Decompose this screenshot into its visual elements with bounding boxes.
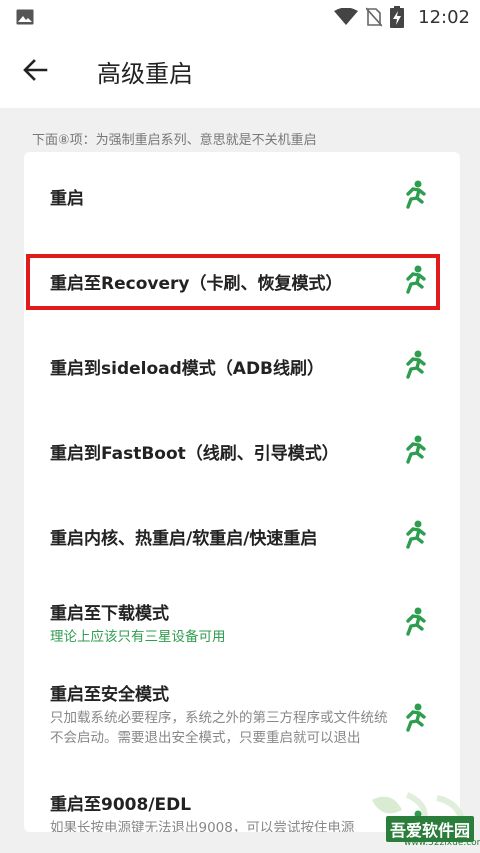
list-item-reboot-safe-mode[interactable]: 重启至安全模式 只加载系统必要程序，系统之外的第三方程序或文件统统不会启动。需要… — [24, 665, 460, 780]
item-title: 重启至下载模式 — [50, 604, 169, 624]
run-icon — [406, 607, 426, 636]
status-time: 12:02 — [418, 6, 470, 28]
arrow-back-icon[interactable] — [22, 58, 48, 82]
run-icon — [406, 180, 426, 209]
image-icon — [16, 9, 34, 25]
item-title: 重启至安全模式 — [50, 685, 169, 705]
wifi-icon — [334, 8, 359, 25]
run-icon — [406, 435, 426, 464]
list-item-reboot[interactable]: 重启 — [24, 152, 460, 237]
list-item-reboot-fastboot[interactable]: 重启到FastBoot（线刷、引导模式） — [24, 407, 460, 492]
list-item-reboot-download[interactable]: 重启至下载模式 理论上应该只有三星设备可用 — [24, 577, 460, 665]
watermark-url: www.52zixue.com — [404, 838, 480, 848]
item-title: 重启 — [50, 189, 84, 209]
run-icon — [406, 520, 426, 549]
item-title: 重启到sideload模式（ADB线刷） — [50, 359, 325, 379]
item-title: 重启到FastBoot（线刷、引导模式） — [50, 444, 339, 464]
section-hint: 下面⑧项：为强制重启系列、意思就是不关机重启 — [32, 133, 317, 148]
item-subtitle: 只加载系统必要程序，系统之外的第三方程序或文件统统不会启动。需要退出安全模式，只… — [50, 710, 388, 746]
no-sim-icon — [366, 7, 383, 27]
run-icon — [406, 350, 426, 379]
run-icon — [406, 703, 426, 732]
list-item-reboot-kernel[interactable]: 重启内核、热重启/软重启/快速重启 — [24, 492, 460, 577]
list-item-reboot-sideload[interactable]: 重启到sideload模式（ADB线刷） — [24, 322, 460, 407]
status-bar: 12:02 — [0, 0, 480, 34]
app-bar: 高级重启 — [0, 34, 480, 108]
item-title: 重启内核、热重启/软重启/快速重启 — [50, 529, 318, 549]
battery-charging-icon — [390, 6, 405, 28]
highlight-box — [26, 254, 440, 310]
page-title: 高级重启 — [97, 60, 193, 88]
item-subtitle: 理论上应该只有三星设备可用 — [50, 629, 226, 645]
status-right-group: 12:02 — [334, 0, 470, 34]
item-title: 重启至9008/EDL — [50, 795, 192, 815]
